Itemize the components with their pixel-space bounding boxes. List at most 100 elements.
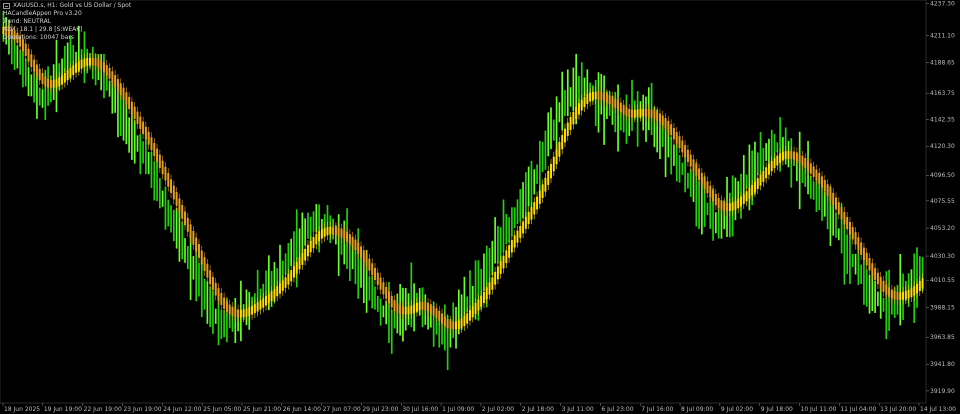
ha-candle [61, 75, 64, 85]
ha-candle [818, 172, 821, 184]
ha-candle [860, 242, 863, 255]
ha-candle [862, 247, 865, 261]
ha-candle [365, 254, 368, 267]
ha-candle [904, 291, 907, 300]
ha-candle [234, 308, 237, 317]
ha-candle [611, 96, 614, 106]
ha-candle [480, 295, 483, 307]
chart-window-icon[interactable] [3, 3, 10, 9]
ha-candle [496, 266, 499, 280]
ha-candle [276, 286, 279, 297]
time-label: 1 Jul 09:00 [442, 406, 474, 413]
ha-candle [438, 310, 441, 321]
ha-candle [122, 87, 125, 100]
ha-candle [385, 286, 388, 299]
ha-candle [692, 159, 695, 172]
ha-candle [499, 261, 502, 274]
ha-candle [144, 126, 147, 140]
ha-candle [469, 309, 471, 321]
ha-candle [427, 302, 430, 312]
operations-label: Operations: 10047 bars [3, 34, 74, 41]
ha-candle [424, 302, 427, 311]
ha-candle [745, 191, 748, 202]
ha-candle [865, 252, 868, 266]
ha-candle [153, 142, 156, 157]
ha-candle [58, 77, 61, 87]
ha-candle [633, 109, 636, 118]
ha-candle [80, 59, 83, 69]
ha-candle [474, 303, 477, 314]
ha-candle [100, 60, 103, 70]
ha-candle [482, 291, 485, 304]
ha-candle [491, 277, 494, 290]
ha-candle [55, 78, 58, 88]
ha-candle [466, 313, 469, 324]
ha-candle [494, 271, 497, 285]
ha-candle [156, 148, 159, 162]
ha-candle [368, 258, 371, 271]
ha-candle [295, 261, 298, 274]
ha-candle [231, 306, 234, 316]
ha-candle [44, 76, 47, 87]
ha-candle [413, 304, 416, 313]
plot-area[interactable] [0, 0, 927, 404]
ha-candle [251, 305, 254, 315]
ha-candle [876, 272, 879, 285]
ha-candle [781, 151, 784, 161]
ha-candle [329, 226, 332, 235]
ha-candle [374, 267, 376, 281]
ha-candle [290, 270, 293, 282]
price-chart[interactable]: 4237.30 4211.10 4188.65 4163.75 4142.35 4120.… [0, 0, 960, 414]
ha-candle [245, 308, 248, 317]
ha-candle [225, 301, 228, 312]
price-label: 4237.30 [930, 0, 955, 7]
ha-candle [698, 168, 701, 181]
ha-candle [879, 276, 882, 289]
ha-candle [717, 197, 720, 208]
ha-candle [890, 289, 893, 299]
ha-candle [686, 149, 689, 162]
ha-candle [647, 109, 650, 117]
ha-candle [653, 110, 656, 119]
ha-candle [857, 237, 860, 250]
ha-candle [871, 263, 874, 276]
ha-candle [237, 309, 240, 318]
ha-candle [731, 202, 734, 211]
ha-candle [575, 107, 578, 120]
ha-candle [200, 250, 203, 265]
ha-candle [675, 131, 678, 144]
ha-candle [678, 136, 681, 148]
time-label: 25 Jun 21:00 [243, 406, 281, 413]
ha-candle [784, 151, 787, 160]
ha-candle [382, 282, 385, 295]
ha-candle [608, 95, 611, 105]
ha-candle [776, 155, 779, 166]
time-label: 11 Jul 04:00 [840, 406, 876, 413]
ha-candle [502, 255, 505, 269]
ha-candle [83, 58, 86, 67]
ha-candle [899, 292, 902, 300]
ha-candle [209, 270, 212, 285]
ha-candle [471, 306, 474, 318]
ha-candle [756, 178, 759, 189]
ha-candle [150, 137, 153, 151]
ha-candle [888, 287, 891, 297]
time-label: 22 Jun 19:00 [84, 406, 122, 413]
ha-candle [399, 305, 402, 314]
ha-candle [170, 179, 173, 194]
ha-candle [477, 299, 480, 311]
ha-candle [396, 303, 399, 313]
ha-candle [510, 240, 513, 253]
ha-candle [748, 188, 751, 199]
ha-candle [661, 115, 664, 126]
ha-candle [195, 237, 198, 252]
ha-candle [33, 59, 36, 72]
ha-candle [672, 127, 675, 140]
ha-candle [116, 79, 119, 91]
ha-candle [848, 221, 851, 235]
ha-candle [351, 236, 354, 247]
ha-candle [220, 293, 223, 305]
ha-candle [823, 180, 826, 192]
ha-candle [463, 316, 466, 327]
ha-candle [273, 288, 276, 299]
